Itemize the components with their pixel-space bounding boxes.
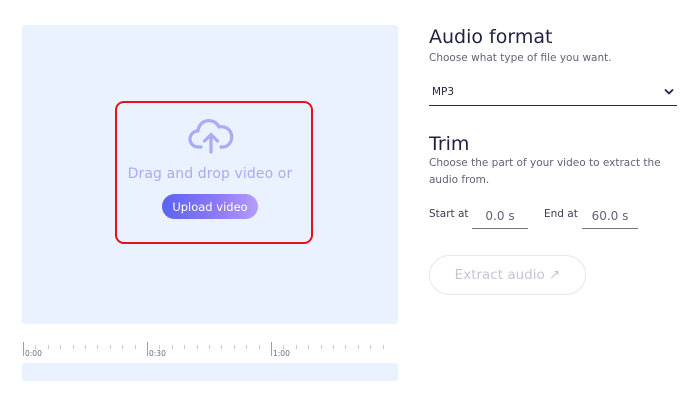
timeline-label-end: 1:00 [273, 349, 290, 358]
trim-title: Trim [429, 133, 470, 155]
chevron-down-icon [664, 89, 674, 95]
timeline-major-tick [147, 342, 148, 356]
timeline-tick [109, 345, 111, 349]
timeline-tick [345, 345, 347, 349]
audio-format-title: Audio format [429, 26, 553, 48]
timeline-tick [35, 345, 37, 349]
start-at-label: Start at [429, 208, 469, 220]
timeline-tick [196, 345, 198, 349]
timeline-tick [134, 345, 136, 349]
timeline-tick [60, 345, 62, 349]
timeline-label-start: 0:00 [25, 349, 42, 358]
timeline-tick [370, 345, 372, 349]
timeline-tick [233, 345, 235, 349]
timeline-tick [85, 345, 86, 349]
timeline-label-mid: 0:30 [149, 349, 166, 358]
settings-panel: Audio format Choose what type of file yo… [429, 0, 679, 407]
timeline-tick [184, 345, 186, 349]
timeline-tick [308, 345, 310, 349]
timeline-major-tick [271, 342, 272, 356]
timeline-tick [209, 345, 210, 349]
timeline-tick [122, 345, 124, 349]
timeline-tick [47, 345, 49, 349]
timeline-tick [221, 345, 223, 349]
timeline-tick [159, 345, 161, 349]
end-time-input[interactable] [582, 203, 638, 229]
audio-format-select[interactable]: MP3 [429, 80, 677, 106]
timeline-tick [72, 345, 74, 349]
timeline-tick [295, 345, 297, 349]
audio-format-description: Choose what type of file you want. [429, 52, 612, 64]
annotation-highlight [115, 101, 313, 244]
end-at-label: End at [544, 208, 578, 220]
timeline-tick [246, 345, 248, 349]
video-timeline[interactable]: 0:00 0:30 1:00 [22, 338, 398, 362]
timeline-tick [357, 345, 359, 349]
timeline-tick [382, 345, 384, 349]
timeline-major-tick [23, 342, 24, 356]
timeline-tick [333, 345, 334, 349]
extract-audio-button[interactable]: Extract audio ↗ [429, 255, 586, 295]
timeline-tick [171, 345, 173, 349]
timeline-tick [283, 345, 285, 349]
audio-track-bar[interactable] [22, 363, 398, 381]
timeline-tick [320, 345, 322, 349]
video-dropzone[interactable]: Drag and drop video or Upload video [22, 25, 398, 324]
timeline-tick [97, 345, 99, 349]
trim-description: Choose the part of your video to extract… [429, 157, 661, 186]
timeline-tick [258, 345, 260, 349]
audio-format-value: MP3 [432, 86, 455, 98]
start-time-input[interactable] [472, 203, 528, 229]
